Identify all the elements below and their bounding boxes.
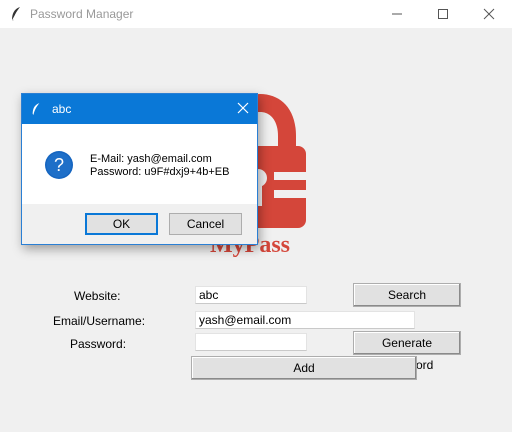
- password-input[interactable]: [195, 333, 307, 351]
- svg-text:?: ?: [54, 155, 64, 175]
- ok-button[interactable]: OK: [85, 213, 158, 235]
- cancel-button[interactable]: Cancel: [169, 213, 242, 235]
- close-icon: [483, 8, 495, 20]
- minimize-button[interactable]: [374, 0, 420, 28]
- email-input[interactable]: [195, 311, 415, 329]
- dialog-body: ? E-Mail: yash@email.com Password: u9F#d…: [22, 124, 257, 204]
- question-icon: ?: [44, 150, 74, 180]
- dialog-message-password: Password: u9F#dxj9+4b+EB: [90, 166, 230, 178]
- dialog-message-email: E-Mail: yash@email.com: [90, 153, 212, 165]
- close-button[interactable]: [466, 0, 512, 28]
- feather-icon: [31, 102, 41, 119]
- maximize-button[interactable]: [420, 0, 466, 28]
- add-button[interactable]: Add: [191, 356, 417, 380]
- minimize-icon: [392, 13, 402, 15]
- website-input[interactable]: [195, 286, 307, 304]
- feather-icon: [10, 6, 22, 22]
- dialog-message: E-Mail: yash@email.com Password: u9F#dxj…: [90, 153, 229, 179]
- maximize-icon: [438, 9, 448, 19]
- password-label: Password:: [70, 337, 127, 351]
- website-label: Website:: [74, 289, 121, 303]
- title-bar: Password Manager: [0, 0, 512, 28]
- email-label: Email/Username:: [53, 314, 146, 328]
- confirm-dialog: abc ? E-Mail: yash@email.com Password: u…: [21, 93, 258, 245]
- dialog-close-icon[interactable]: [237, 102, 249, 117]
- dialog-title-bar: abc: [22, 94, 257, 124]
- search-button[interactable]: Search: [353, 283, 461, 307]
- window-title: Password Manager: [30, 7, 134, 21]
- generate-password-button[interactable]: Generate Password: [353, 331, 461, 372]
- dialog-title: abc: [52, 102, 72, 116]
